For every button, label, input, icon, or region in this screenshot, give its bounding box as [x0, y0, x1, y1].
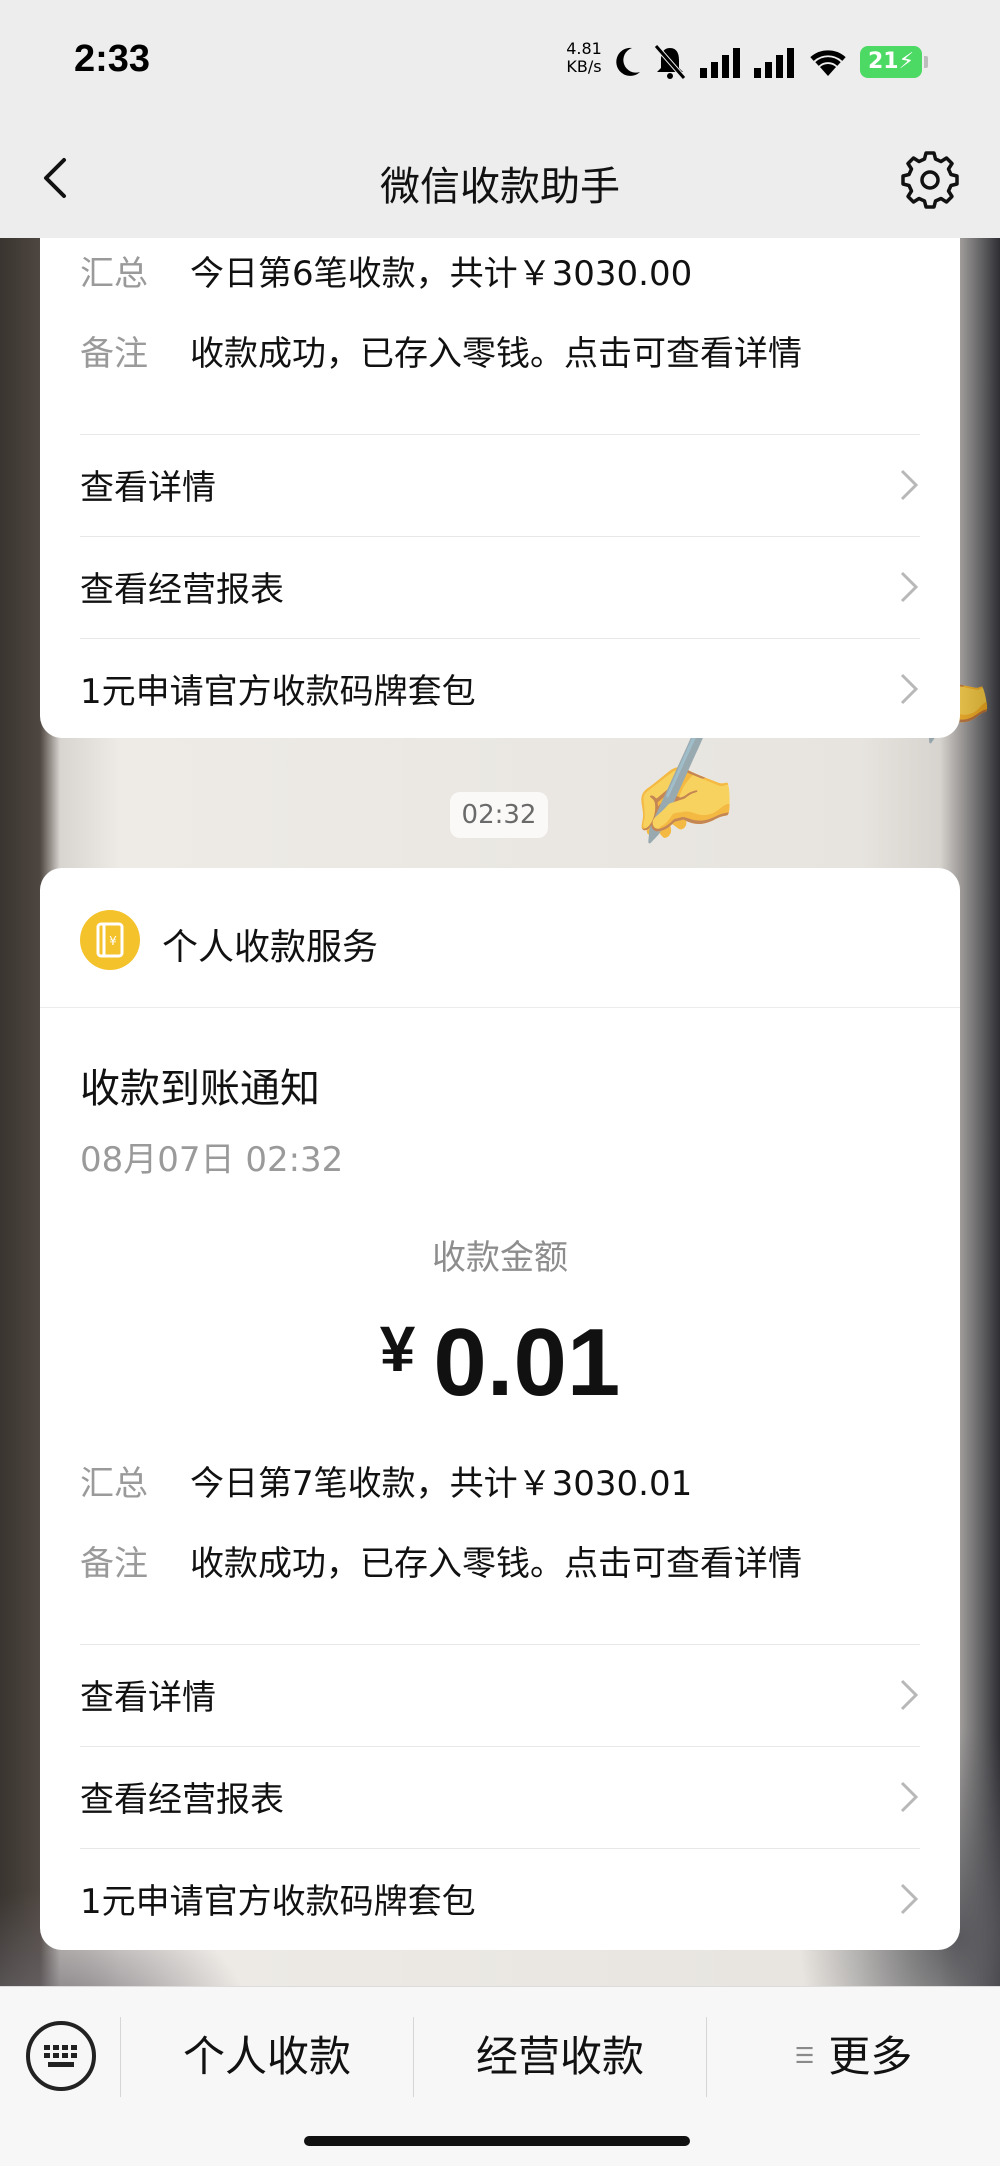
- personal-payment-menu[interactable]: 个人收款: [121, 1987, 413, 2127]
- remark-label: 备注: [80, 334, 148, 374]
- status-bar: 2:33 4.81 KB/s 21⚡: [0, 0, 1000, 120]
- wifi-icon: [810, 50, 846, 76]
- network-speed: 4.81 KB/s: [566, 39, 602, 76]
- summary-row: 汇总 今日第7笔收款，共计￥3030.01: [80, 1456, 692, 1505]
- view-details-link[interactable]: 查看详情: [80, 434, 920, 534]
- remark-value: 收款成功，已存入零钱。点击可查看详情: [190, 1544, 802, 1584]
- summary-value: 今日第7笔收款，共计￥3030.01: [190, 1464, 693, 1504]
- currency-symbol: ¥: [379, 1313, 416, 1385]
- service-logo-icon: ¥: [80, 910, 140, 970]
- summary-row: 汇总 今日第6笔收款，共计￥3030.00: [80, 246, 692, 295]
- message-timestamp: 02:32: [450, 792, 548, 838]
- summary-label: 汇总: [80, 1464, 148, 1504]
- remark-label: 备注: [80, 1544, 148, 1584]
- view-business-report-link[interactable]: 查看经营报表: [80, 1746, 920, 1846]
- view-details-link[interactable]: 查看详情: [80, 1644, 920, 1744]
- chevron-right-icon: [900, 1679, 919, 1710]
- battery-indicator: 21⚡: [860, 46, 928, 78]
- summary-label: 汇总: [80, 254, 148, 294]
- amount-label: 收款金额: [432, 1238, 568, 1278]
- notice-time: 08月07日 02:32: [80, 1140, 344, 1180]
- remark-row: 备注 收款成功，已存入零钱。点击可查看详情: [80, 1536, 802, 1585]
- chevron-right-icon: [900, 571, 919, 602]
- chevron-right-icon: [900, 1781, 919, 1812]
- signal-icon-2: [754, 48, 794, 78]
- more-menu[interactable]: ☰ 更多: [707, 1987, 1000, 2127]
- status-time: 2:33: [74, 38, 151, 80]
- apply-qr-kit-link[interactable]: 1元申请官方收款码牌套包: [80, 1848, 920, 1948]
- amount-value: ¥0.01: [379, 1309, 621, 1416]
- view-business-report-link[interactable]: 查看经营报表: [80, 536, 920, 636]
- notice-title: 收款到账通知: [80, 1066, 320, 1112]
- service-header[interactable]: ¥ 个人收款服务: [40, 868, 960, 1008]
- chevron-right-icon: [900, 469, 919, 500]
- mute-bell-icon: [654, 44, 686, 80]
- service-name: 个人收款服务: [162, 927, 379, 968]
- remark-value: 收款成功，已存入零钱。点击可查看详情: [190, 334, 802, 374]
- payment-notification-card[interactable]: ¥ 个人收款服务 收款到账通知 08月07日 02:32 收款金额 ¥0.01 …: [40, 868, 960, 1950]
- moon-icon: [616, 47, 640, 76]
- keyboard-icon[interactable]: [26, 2021, 96, 2091]
- wall-decoration: ✍: [605, 722, 747, 859]
- nav-bar: 微信收款助手: [0, 120, 1000, 238]
- menu-lines-icon: ☰: [794, 2044, 815, 2069]
- home-indicator[interactable]: [304, 2136, 690, 2146]
- chevron-right-icon: [900, 673, 919, 704]
- chevron-right-icon: [900, 1883, 919, 1914]
- remark-row: 备注 收款成功，已存入零钱。点击可查看详情: [80, 326, 802, 375]
- page-title: 微信收款助手: [380, 164, 620, 210]
- summary-value: 今日第6笔收款，共计￥3030.00: [190, 254, 693, 294]
- business-payment-menu[interactable]: 经营收款: [414, 1987, 706, 2127]
- signal-icon: [700, 48, 740, 78]
- apply-qr-kit-link[interactable]: 1元申请官方收款码牌套包: [80, 638, 920, 738]
- previous-payment-card[interactable]: 汇总 今日第6笔收款，共计￥3030.00 备注 收款成功，已存入零钱。点击可查…: [40, 238, 960, 738]
- gear-icon[interactable]: [900, 150, 960, 210]
- svg-text:¥: ¥: [109, 934, 117, 948]
